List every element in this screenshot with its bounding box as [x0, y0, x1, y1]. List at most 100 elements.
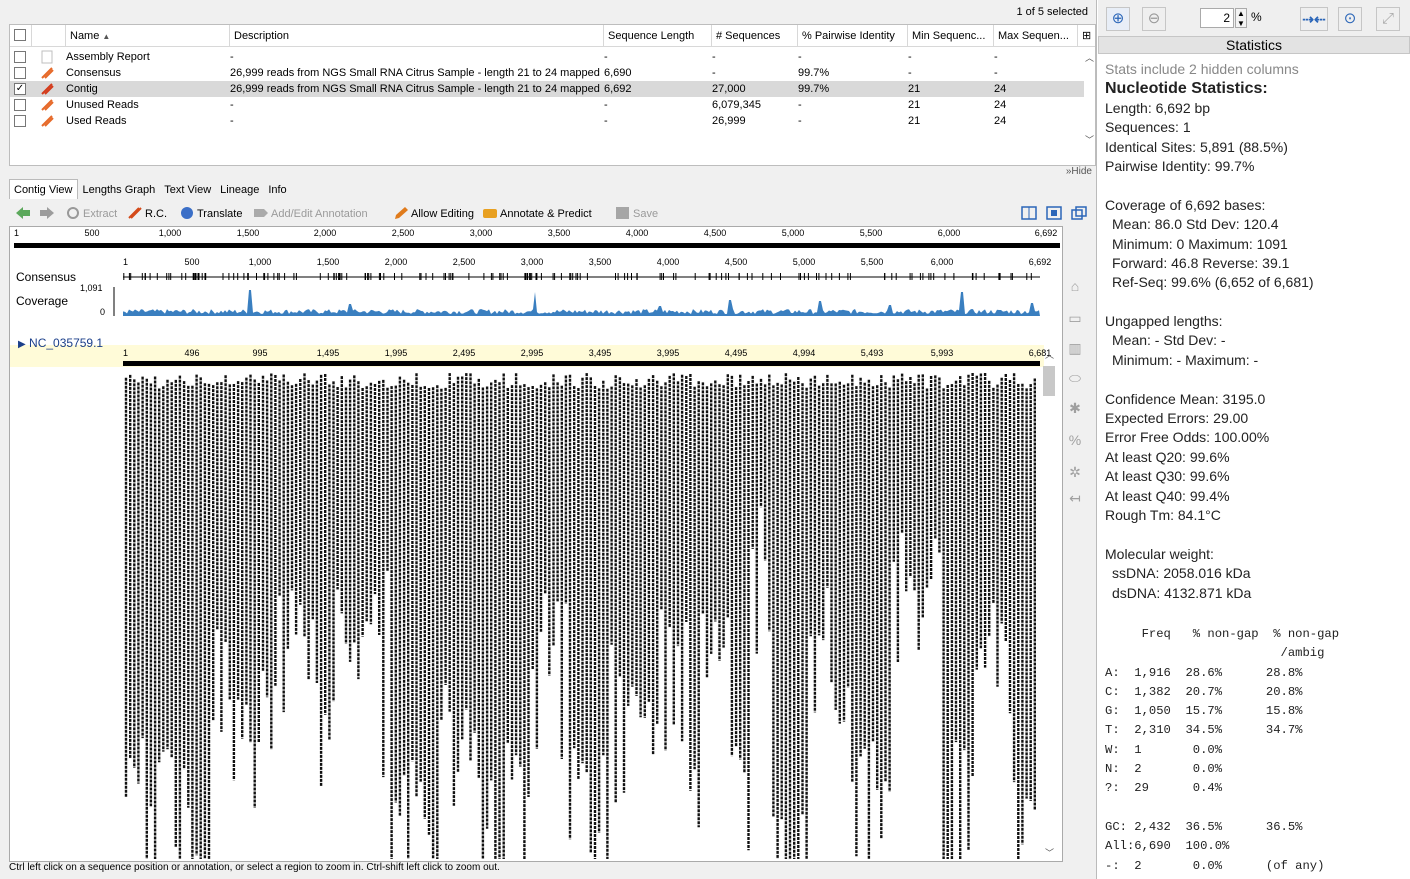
annotate-predict-button[interactable]: Annotate & Predict [482, 206, 592, 222]
extract-button[interactable]: Extract [65, 206, 117, 222]
split-view-button[interactable] [1021, 206, 1039, 222]
row-seq-length: - [604, 115, 608, 127]
frequency-row: GC: 2,432 36.5% 36.5% [1105, 819, 1303, 834]
consensus-ruler-label: 1 [123, 257, 128, 267]
percent-icon[interactable]: % [1066, 432, 1084, 450]
select-all-checkbox[interactable] [14, 29, 26, 41]
reads-vertical-scrollbar[interactable]: ︿ ﹀ [1042, 348, 1056, 860]
graph-icon[interactable]: ▥ [1066, 340, 1084, 358]
zoom-in-icon: ⊕ [1111, 10, 1125, 27]
table-row[interactable]: ✓ Contig 26,999 reads from NGS Small RNA C… [10, 81, 1084, 97]
tab-text-view[interactable]: Text View [160, 180, 215, 200]
stat-line: Mean: - Std Dev: - [1112, 332, 1226, 349]
fit-view-button[interactable] [1046, 206, 1064, 222]
row-checkbox[interactable] [14, 99, 26, 111]
forward-button[interactable] [39, 206, 57, 222]
save-button[interactable]: Save [615, 206, 658, 222]
zoom-in-button[interactable]: ⊕ [1106, 7, 1130, 31]
scroll-up-icon[interactable]: ︿ [1085, 51, 1094, 64]
ruler-tick-label: 4,000 [625, 228, 649, 238]
tab-lengths-graph[interactable]: Lengths Graph [79, 180, 160, 200]
translate-button[interactable]: Translate [179, 206, 242, 222]
stat-line: Expected Errors: 29.00 [1105, 410, 1249, 427]
add-annotation-button[interactable]: Add/Edit Annotation [253, 206, 368, 222]
tab-lineage[interactable]: Lineage [216, 180, 263, 200]
tab-info[interactable]: Info [264, 180, 290, 200]
scroll-up-icon[interactable]: ︿ [1045, 348, 1054, 361]
contig-viewer[interactable]: 1 500 1,000 1,500 2,000 2,500 3,000 3,500 4,000 4… [9, 226, 1063, 862]
split-view-icon [1021, 206, 1037, 220]
fit-view-icon [1046, 206, 1062, 220]
scrollbar-thumb[interactable] [1043, 366, 1055, 396]
fullscreen-button[interactable]: ⤢ [1376, 7, 1400, 31]
reference-ruler-label: 2,495 [453, 348, 476, 358]
stat-line: At least Q20: 99.6% [1105, 448, 1230, 465]
collapse-icon[interactable]: ↤ [1066, 490, 1084, 508]
column-chooser-icon[interactable]: ⊞ [1078, 25, 1095, 47]
column-header-description[interactable]: Description [230, 25, 604, 47]
zoom-input[interactable]: 2 [1200, 8, 1234, 28]
tab-contig-view[interactable]: Contig View [9, 179, 78, 199]
stat-line [1105, 370, 1405, 389]
row-checkbox[interactable] [14, 115, 26, 127]
row-description: - [230, 99, 234, 111]
reverse-complement-button[interactable]: R.C. [127, 206, 167, 222]
column-header-sequences[interactable]: # Sequences [712, 25, 798, 47]
column-header-name[interactable]: Name ▲ [66, 25, 230, 47]
sequence-tracks[interactable]: 1 500 1,000 1,500 2,000 2,500 3,000 3,500 4,000 4… [10, 249, 1062, 861]
scroll-down-icon[interactable]: ﹀ [1045, 846, 1054, 859]
table-row[interactable]: Assembly Report - - - - - - [10, 49, 1084, 65]
table-row[interactable]: Unused Reads - - 6,079,345 - 21 24 [10, 97, 1084, 113]
home-icon[interactable]: ⌂ [1066, 278, 1084, 296]
column-label: Name [70, 30, 100, 42]
table-vertical-scrollbar[interactable]: ︿ ﹀ [1083, 49, 1095, 149]
zoom-out-button[interactable]: ⊖ [1142, 7, 1166, 31]
consensus-ruler-label: 4,500 [725, 257, 748, 267]
overview-ruler[interactable]: 1 500 1,000 1,500 2,000 2,500 3,000 3,500 4,000 4… [10, 227, 1062, 249]
reference-ruler-label: 3,495 [589, 348, 612, 358]
reference-ruler-label: 5,493 [861, 348, 884, 358]
stat-line: dsDNA: 4132.871 kDa [1112, 584, 1252, 601]
allow-editing-button[interactable]: Allow Editing [393, 206, 474, 222]
reference-ruler-label: 2,995 [521, 348, 544, 358]
table-row[interactable]: Consensus 26,999 reads from NGS Small RNA… [10, 65, 1084, 81]
row-seq-length: 6,690 [604, 67, 632, 79]
row-pairwise: 99.7% [798, 67, 830, 79]
select-all-header[interactable] [10, 25, 32, 47]
spin-up-icon[interactable]: ▲ [1237, 9, 1245, 18]
row-pairwise: - [798, 115, 802, 127]
ruler-tick-label: 5,000 [781, 228, 805, 238]
report-icon [40, 50, 54, 64]
row-max: 24 [994, 83, 1007, 95]
scroll-down-icon[interactable]: ﹀ [1085, 133, 1094, 146]
zoom-selection-button[interactable]: ⊙ [1338, 7, 1362, 31]
table-row[interactable]: Used Reads - - 26,999 - 21 24 [10, 113, 1084, 129]
row-checkbox[interactable] [14, 67, 26, 79]
stat-line: Error Free Odds: 100.00% [1105, 429, 1270, 446]
annotation-tag-icon[interactable]: ⬭ [1066, 370, 1084, 388]
ruler-tick-label: 5,500 [859, 228, 883, 238]
settings-icon[interactable]: ✱ [1066, 400, 1084, 418]
annotate-predict-icon [483, 209, 497, 218]
column-header-min[interactable]: Min Sequenc... [908, 25, 994, 47]
display-icon[interactable]: ▭ [1066, 310, 1084, 328]
row-checkbox[interactable] [14, 51, 26, 63]
new-window-button[interactable] [1071, 206, 1089, 222]
row-description: - [230, 51, 234, 63]
column-header-pairwise[interactable]: % Pairwise Identity [798, 25, 908, 47]
row-checkbox[interactable]: ✓ [14, 83, 26, 95]
zoom-to-fit-button[interactable]: ⇢⇠ [1300, 7, 1328, 31]
spin-down-icon[interactable]: ▼ [1237, 19, 1245, 28]
gear-icon[interactable]: ✲ [1066, 464, 1084, 482]
arrows-inward-icon: ⇢⇠ [1302, 11, 1326, 27]
viewer-side-toolbar: ⌂ ▭ ▥ ⬭ ✱ % ✲ ↤ [1063, 272, 1087, 522]
back-button[interactable] [15, 206, 33, 222]
column-header-length[interactable]: Sequence Length [604, 25, 712, 47]
hide-table-toggle[interactable]: »Hide [1066, 166, 1092, 177]
reference-sequence-label[interactable]: ▶ NC_035759.1 [18, 336, 103, 350]
column-header-max[interactable]: Max Sequen... [994, 25, 1078, 47]
statistics-header[interactable]: Statistics [1098, 36, 1410, 54]
consensus-ruler-label: 6,692 [1029, 257, 1052, 267]
row-num-seqs: 26,999 [712, 115, 746, 127]
zoom-spinner[interactable]: ▲ ▼ [1235, 8, 1247, 28]
